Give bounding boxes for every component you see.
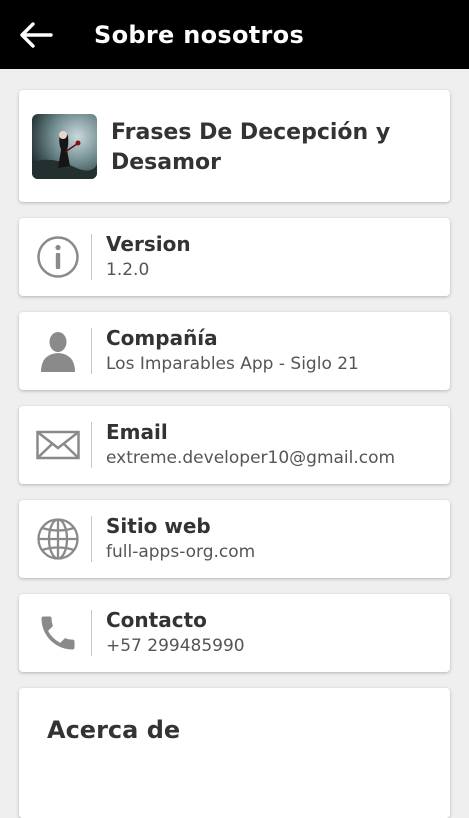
email-label: Email [106,420,168,444]
phone-icon [36,611,80,655]
contact-label: Contacto [106,608,207,632]
divider [91,234,92,280]
person-icon [36,329,80,373]
back-button[interactable] [18,17,54,53]
email-value[interactable]: extreme.developer10@gmail.com [106,448,395,468]
divider [91,516,92,562]
company-card: Compañía Los Imparables App - Siglo 21 [19,312,450,390]
divider [91,328,92,374]
company-value: Los Imparables App - Siglo 21 [106,354,359,374]
website-value[interactable]: full-apps-org.com [106,542,255,562]
about-card: Acerca de [19,688,450,818]
contact-value[interactable]: +57 299485990 [106,636,245,656]
app-card: Frases De Decepción y Desamor [19,90,450,202]
version-value: 1.2.0 [106,260,150,280]
globe-icon [36,517,80,561]
website-card[interactable]: Sitio web full-apps-org.com [19,500,450,578]
app-name: Frases De Decepción y Desamor [111,120,391,175]
divider [91,610,92,656]
company-label: Compañía [106,326,218,350]
envelope-icon [36,423,80,467]
email-card[interactable]: Email extreme.developer10@gmail.com [19,406,450,484]
page-title: Sobre nosotros [94,20,305,49]
app-bar: Sobre nosotros [0,0,469,69]
contact-card[interactable]: Contacto +57 299485990 [19,594,450,672]
arrow-left-icon [20,21,53,48]
info-icon [36,235,80,279]
about-title: Acerca de [47,716,181,744]
app-icon [32,114,97,179]
version-card: Version 1.2.0 [19,218,450,296]
divider [91,422,92,468]
version-label: Version [106,232,191,256]
website-label: Sitio web [106,514,211,538]
